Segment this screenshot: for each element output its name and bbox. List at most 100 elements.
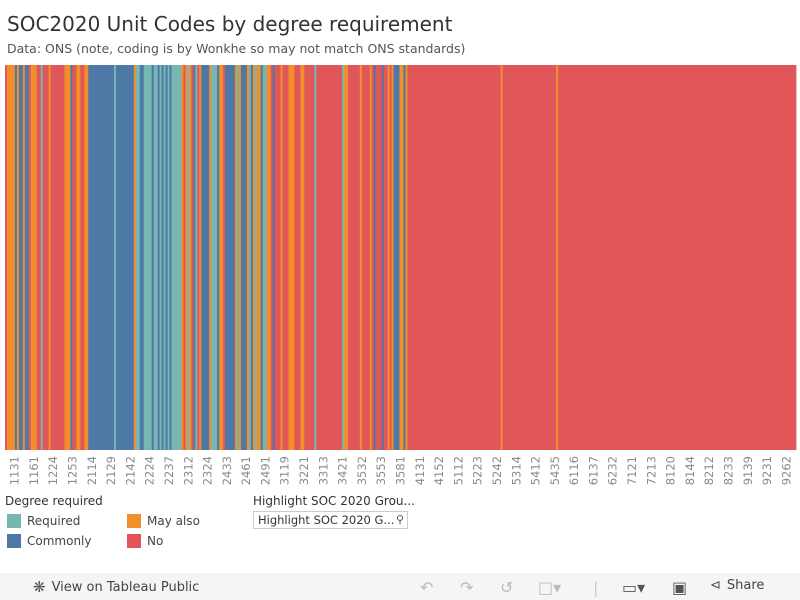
x-tick-label: 2129 xyxy=(104,456,118,485)
stripe-no[interactable] xyxy=(80,65,85,450)
share-label: Share xyxy=(726,578,765,593)
x-tick-label: 3119 xyxy=(278,456,292,485)
highlight-search-input[interactable]: Highlight SOC 2020 G... ⚲ xyxy=(253,511,408,529)
x-tick-label: 5112 xyxy=(451,456,465,485)
stripe-commonly[interactable] xyxy=(18,65,24,450)
x-tick-label: 2142 xyxy=(123,456,137,485)
stripe-no[interactable] xyxy=(502,65,557,450)
x-tick-label: 3581 xyxy=(394,456,408,485)
stripe-may-also[interactable] xyxy=(256,65,262,450)
x-tick-label: 6137 xyxy=(586,456,600,485)
stripe-commonly[interactable] xyxy=(225,65,236,450)
x-tick-label: 9139 xyxy=(741,456,755,485)
view-on-tableau-button[interactable]: ❋ View on Tableau Public xyxy=(33,578,199,596)
stripe-no[interactable] xyxy=(274,65,281,450)
x-tick-label: 1253 xyxy=(66,456,80,485)
stripe-may-also[interactable] xyxy=(84,65,89,450)
x-tick-label: 4152 xyxy=(432,456,446,485)
swatch xyxy=(127,534,141,548)
stripe-no[interactable] xyxy=(375,65,383,450)
highlight-placeholder: Highlight SOC 2020 G... xyxy=(258,513,395,527)
x-tick-label: 4131 xyxy=(413,456,427,485)
stripe-no[interactable] xyxy=(383,65,389,450)
share-icon: ⊲ xyxy=(710,578,721,593)
x-tick-label: 2224 xyxy=(143,456,157,485)
x-tick-label: 5314 xyxy=(509,456,523,485)
redo-icon[interactable]: ↷ xyxy=(460,578,473,597)
x-tick-label: 1224 xyxy=(46,456,60,485)
stripe-commonly[interactable] xyxy=(139,65,145,450)
stripe-may-also[interactable] xyxy=(344,65,349,450)
stripe-chart: 1131 1161 1224 1253 2114 2129 2142 2224 2237 2312… xyxy=(5,65,797,485)
stripe-may-also[interactable] xyxy=(76,65,81,450)
tableau-logo-icon: ❋ xyxy=(33,578,46,596)
stripe-commonly[interactable] xyxy=(393,65,400,450)
legend-title: Degree required xyxy=(5,494,103,508)
swatch xyxy=(7,514,21,528)
legend-label: Required xyxy=(27,514,81,528)
search-icon: ⚲ xyxy=(395,513,404,526)
x-tick-label: 2324 xyxy=(201,456,215,485)
x-tick-label: 8120 xyxy=(664,456,678,485)
x-tick-label: 3313 xyxy=(316,456,330,485)
tableau-toolbar: ❋ View on Tableau Public ↶ ↷ ↺ □▾ | ▭▾ ▣… xyxy=(0,573,800,600)
swatch xyxy=(7,534,21,548)
stripe-no[interactable] xyxy=(294,65,301,450)
stripe-no[interactable] xyxy=(407,65,502,450)
stripe-required[interactable] xyxy=(171,65,182,450)
stripe-required[interactable] xyxy=(153,65,159,450)
x-tick-label: 2433 xyxy=(220,456,234,485)
stripe-required[interactable] xyxy=(143,65,153,450)
stripe-no[interactable] xyxy=(304,65,315,450)
x-tick-label: 5412 xyxy=(529,456,543,485)
stripe-may-also[interactable] xyxy=(64,65,71,450)
fullscreen-icon[interactable]: ▣ xyxy=(672,578,687,597)
share-button[interactable]: ⊲ Share xyxy=(710,578,764,593)
stripe-commonly[interactable] xyxy=(88,65,115,450)
revert-icon[interactable]: ↺ xyxy=(500,578,513,597)
stripe-may-also[interactable] xyxy=(30,65,38,450)
legend-item-commonly[interactable]: Commonly xyxy=(7,534,91,548)
stripe-commonly[interactable] xyxy=(201,65,210,450)
x-tick-label: 1131 xyxy=(8,456,22,485)
legend-item-required[interactable]: Required xyxy=(7,514,80,528)
view-label: View on Tableau Public xyxy=(51,579,200,595)
legend-item-may-also[interactable]: May also xyxy=(127,514,200,528)
stripe-may-also[interactable] xyxy=(300,65,305,450)
stripe-commonly[interactable] xyxy=(24,65,30,450)
stripe-may-also[interactable] xyxy=(6,65,16,450)
stripe-may-also[interactable] xyxy=(288,65,295,450)
stripe-may-also[interactable] xyxy=(219,65,224,450)
stripe-no[interactable] xyxy=(316,65,343,450)
stripe-no[interactable] xyxy=(282,65,289,450)
stripe-may-also[interactable] xyxy=(266,65,272,450)
x-tick-label: 9262 xyxy=(779,456,793,485)
undo-icon[interactable]: ↶ xyxy=(420,578,433,597)
x-tick-label: 2491 xyxy=(258,456,272,485)
stripe-required[interactable] xyxy=(135,65,141,450)
stripe-commonly[interactable] xyxy=(116,65,135,450)
stripe-may-also[interactable] xyxy=(399,65,404,450)
stripe-no[interactable] xyxy=(50,65,65,450)
x-tick-label: 1161 xyxy=(27,456,41,485)
stripe-required[interactable] xyxy=(262,65,268,450)
x-tick-label: 2461 xyxy=(239,456,253,485)
legend-label: Commonly xyxy=(27,534,92,548)
x-tick-label: 5223 xyxy=(471,456,485,485)
stripe-no[interactable] xyxy=(36,65,42,450)
stripe-no[interactable] xyxy=(347,65,361,450)
stripe-required[interactable] xyxy=(211,65,218,450)
stripe-no[interactable] xyxy=(42,65,50,450)
legend-item-no[interactable]: No xyxy=(127,534,163,548)
stripe-no[interactable] xyxy=(361,65,371,450)
stripe-no[interactable] xyxy=(72,65,77,450)
refresh-icon[interactable]: □▾ xyxy=(538,578,561,597)
x-tick-label: 3421 xyxy=(336,456,350,485)
x-tick-label: 2114 xyxy=(85,456,99,485)
x-tick-label: 2312 xyxy=(181,456,195,485)
legend-label: No xyxy=(147,534,164,548)
x-tick-label: 6116 xyxy=(567,456,581,485)
stripe-no[interactable] xyxy=(558,65,797,450)
download-icon[interactable]: ▭▾ xyxy=(622,578,645,597)
stripe-commonly[interactable] xyxy=(240,65,248,450)
